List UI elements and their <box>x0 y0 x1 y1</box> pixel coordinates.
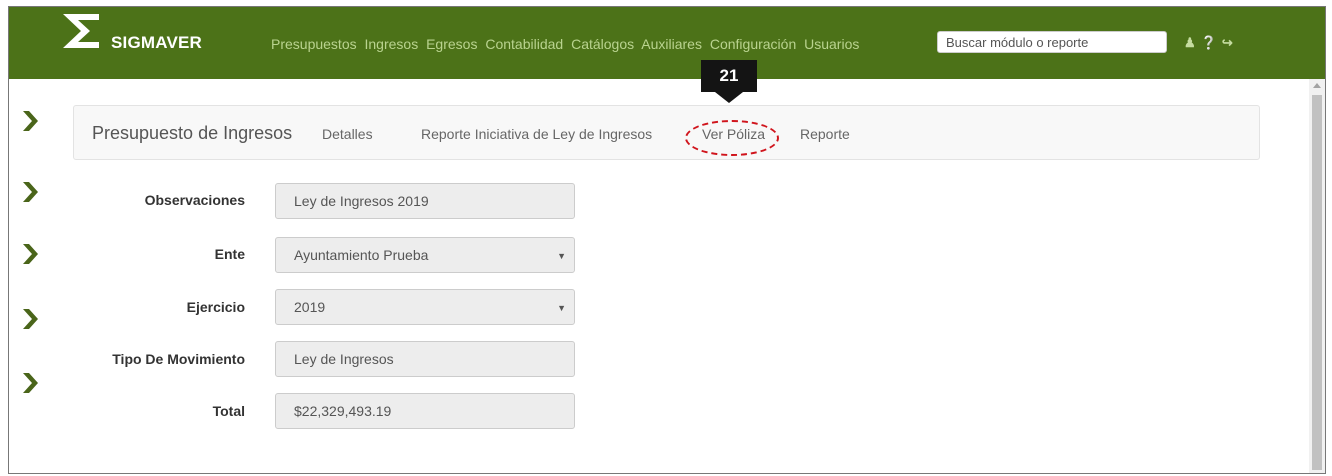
module-header-panel: Presupuesto de Ingresos Detalles Reporte… <box>73 105 1260 160</box>
nav-icon-group: ♟ ❔ ↪ <box>1184 36 1233 50</box>
scroll-up-arrow-icon[interactable] <box>1313 83 1321 88</box>
app-window: SIGMAVER Presupuestos Ingresos Egresos C… <box>8 6 1326 474</box>
ejercicio-select[interactable]: 2019 ▼ <box>275 289 575 325</box>
total-label: Total <box>212 403 245 419</box>
sigmaver-logo-icon <box>63 14 99 48</box>
menu-item-catalogos[interactable]: Catálogos <box>571 36 634 52</box>
menu-item-contabilidad[interactable]: Contabilidad <box>485 36 563 52</box>
link-detalles[interactable]: Detalles <box>322 126 373 142</box>
logout-icon[interactable]: ↪ <box>1222 36 1233 50</box>
menu-item-egresos[interactable]: Egresos <box>426 36 477 52</box>
ejercicio-selected-value: 2019 <box>294 299 326 315</box>
ente-selected-value: Ayuntamiento Prueba <box>294 247 429 263</box>
menu-item-auxiliares[interactable]: Auxiliares <box>641 36 702 52</box>
ejercicio-label: Ejercicio <box>186 299 245 315</box>
top-navbar: SIGMAVER Presupuestos Ingresos Egresos C… <box>9 7 1325 79</box>
user-icon[interactable]: ♟ <box>1184 36 1196 50</box>
menu-item-ingresos[interactable]: Ingresos <box>365 36 419 52</box>
ente-select[interactable]: Ayuntamiento Prueba ▼ <box>275 237 575 273</box>
help-icon[interactable]: ❔ <box>1201 36 1217 50</box>
brand-name[interactable]: SIGMAVER <box>111 33 202 53</box>
observaciones-label: Observaciones <box>144 192 245 208</box>
ente-label: Ente <box>214 246 245 262</box>
dropdown-caret-icon: ▼ <box>557 251 566 261</box>
callout-pointer <box>715 92 743 103</box>
search-input[interactable] <box>937 31 1167 53</box>
menu-item-presupuestos[interactable]: Presupuestos <box>271 36 357 52</box>
menu-item-usuarios[interactable]: Usuarios <box>804 36 859 52</box>
total-field[interactable]: $22,329,493.19 <box>275 393 575 429</box>
observaciones-field[interactable]: Ley de Ingresos 2019 <box>275 183 575 219</box>
tipo-movimiento-label: Tipo De Movimiento <box>112 351 245 367</box>
step-callout-badge: 21 <box>701 60 757 92</box>
sidebar-chevron-icon[interactable] <box>21 111 39 131</box>
scrollbar-thumb[interactable] <box>1312 95 1322 470</box>
page-title: Presupuesto de Ingresos <box>92 123 293 143</box>
sidebar-chevron-icon[interactable] <box>21 373 39 393</box>
menu-item-configuracion[interactable]: Configuración <box>710 36 796 52</box>
link-ver-poliza[interactable]: Ver Póliza <box>702 126 765 142</box>
dropdown-caret-icon: ▼ <box>557 303 566 313</box>
tipo-movimiento-field[interactable]: Ley de Ingresos <box>275 341 575 377</box>
link-reporte-iniciativa[interactable]: Reporte Iniciativa de Ley de Ingresos <box>421 126 652 142</box>
main-menu: Presupuestos Ingresos Egresos Contabilid… <box>271 36 863 52</box>
link-reporte[interactable]: Reporte <box>800 126 850 142</box>
